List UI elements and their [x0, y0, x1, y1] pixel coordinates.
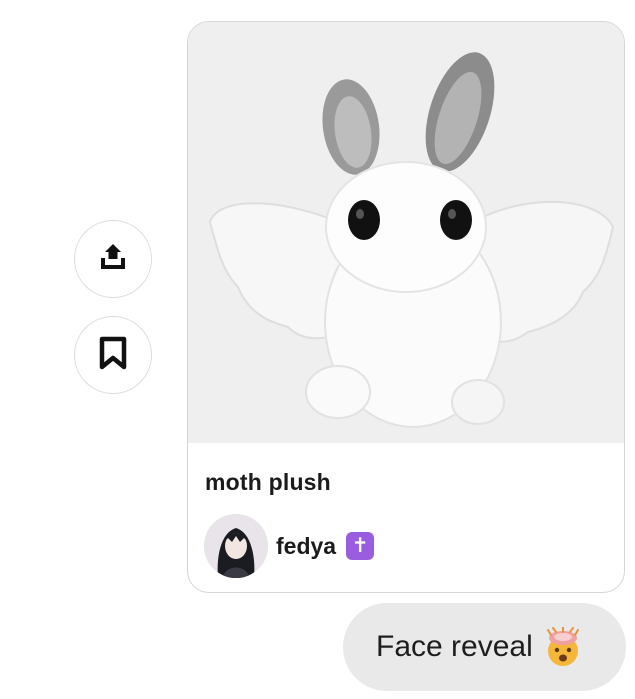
- share-upload-icon: [96, 240, 130, 279]
- pin-card[interactable]: moth plush fedya ✝: [187, 21, 625, 593]
- share-button[interactable]: [74, 220, 152, 298]
- exploding-head-emoji-icon: [543, 626, 583, 667]
- creator-profile[interactable]: fedya ✝: [204, 514, 375, 578]
- creator-name-label: fedya: [276, 532, 337, 559]
- bookmark-icon: [98, 336, 128, 375]
- creator-name[interactable]: fedya ✝: [276, 532, 375, 560]
- message-text: Face reveal: [376, 630, 533, 663]
- cross-badge-icon: ✝: [346, 532, 375, 560]
- pin-title: moth plush: [205, 469, 331, 495]
- message-bubble: Face reveal: [343, 603, 626, 691]
- pin-image[interactable]: [188, 22, 624, 443]
- avatar[interactable]: [204, 514, 268, 578]
- save-button[interactable]: [74, 316, 152, 394]
